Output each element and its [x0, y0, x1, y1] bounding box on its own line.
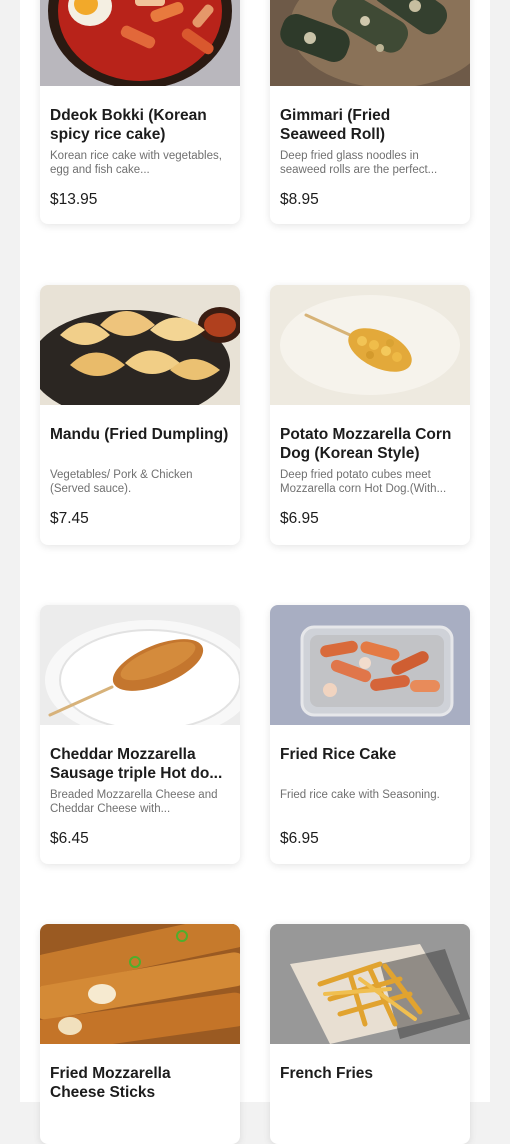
item-description: Breaded Mozzarella Cheese and Cheddar Ch…: [50, 789, 218, 815]
gimmari-photo: [270, 0, 470, 86]
menu-item-card-gimmari[interactable]: Gimmari (Fried Seaweed Roll) Deep fried …: [270, 0, 470, 224]
dumpling-photo: [40, 285, 240, 405]
item-description: Vegetables/ Pork & Chicken (Served sauce…: [50, 469, 193, 495]
item-name: Fried Rice Cake: [280, 746, 397, 763]
item-description: Fried rice cake with Seasoning.: [280, 789, 440, 801]
menu-item-card-fried-rice-cake[interactable]: Fried Rice Cake Fried rice cake with Sea…: [270, 605, 470, 864]
item-name: Ddeok Bokki (Korean spicy rice cake): [50, 107, 207, 143]
item-description: Korean rice cake with vegetables, egg an…: [50, 150, 222, 176]
cheese-sticks-photo: [40, 924, 240, 1044]
menu-item-card-mandu[interactable]: Mandu (Fried Dumpling) Vegetables/ Pork …: [40, 285, 240, 545]
item-price: $13.95: [50, 191, 98, 208]
french-fries-photo: [270, 924, 470, 1044]
item-name: French Fries: [280, 1065, 374, 1082]
item-price: $7.45: [50, 510, 89, 527]
fried-rice-cake-photo: [270, 605, 470, 725]
item-price: $6.95: [280, 830, 319, 847]
item-description: Deep fried potato cubes meet Mozzarella …: [280, 469, 447, 495]
menu-page: Ddeok Bokki (Korean spicy rice cake) Kor…: [20, 0, 490, 1144]
menu-item-card-ddeok-bokki[interactable]: Ddeok Bokki (Korean spicy rice cake) Kor…: [40, 0, 240, 224]
item-name: Cheddar Mozzarella Sausage triple Hot do…: [50, 746, 223, 782]
item-price: $6.45: [50, 830, 89, 847]
tteokbokki-photo: [40, 0, 240, 86]
menu-item-card-potato-corn-dog[interactable]: Potato Mozzarella Corn Dog (Korean Style…: [270, 285, 470, 545]
cheese-hot-dog-photo: [40, 605, 240, 725]
item-description: Deep fried glass noodles in seaweed roll…: [280, 150, 438, 176]
item-name: Mandu (Fried Dumpling): [50, 426, 229, 443]
potato-corn-dog-photo: [270, 285, 470, 405]
item-name: Potato Mozzarella Corn Dog (Korean Style…: [280, 426, 452, 462]
menu-item-card-cheese-sticks[interactable]: Fried Mozzarella Cheese Sticks: [40, 924, 240, 1144]
item-price: $6.95: [280, 510, 319, 527]
item-price: $8.95: [280, 191, 319, 208]
item-name: Gimmari (Fried Seaweed Roll): [280, 107, 391, 143]
item-name: Fried Mozzarella Cheese Sticks: [50, 1065, 171, 1101]
menu-item-card-cheddar-hot-dog[interactable]: Cheddar Mozzarella Sausage triple Hot do…: [40, 605, 240, 864]
menu-item-card-french-fries[interactable]: French Fries: [270, 924, 470, 1144]
